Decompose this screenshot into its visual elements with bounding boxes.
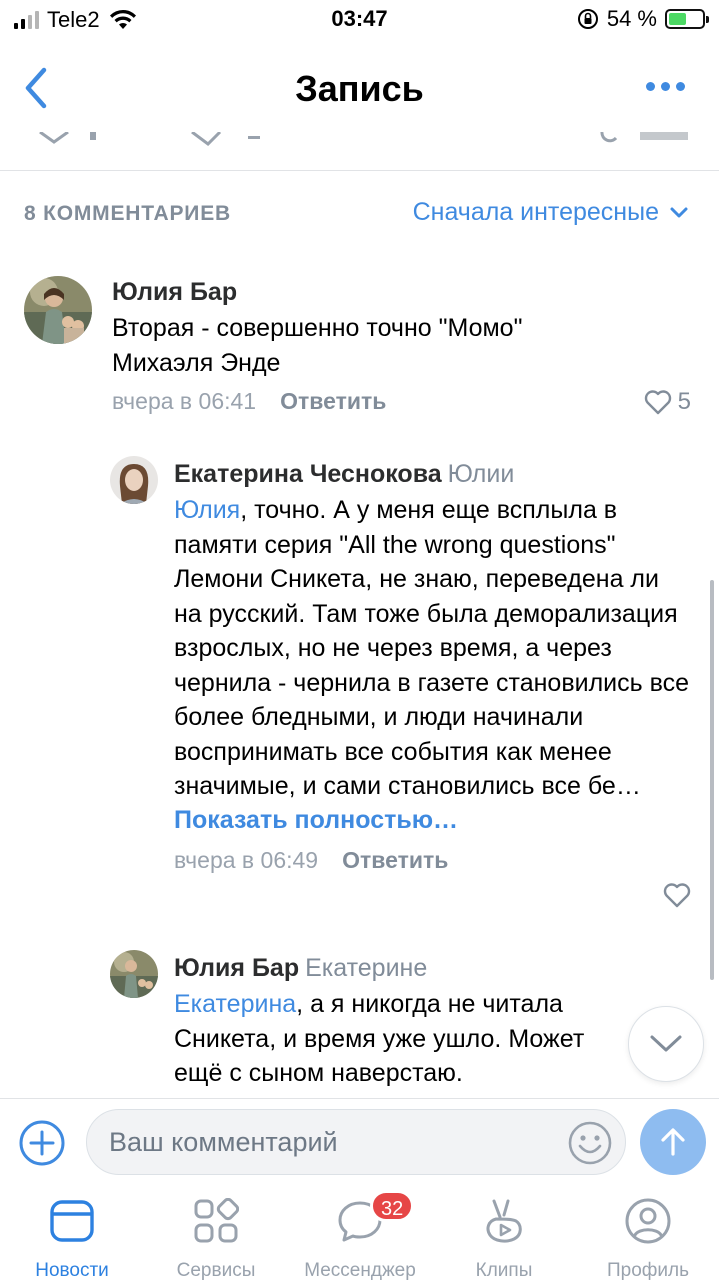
tab-services[interactable]: Сервисы xyxy=(144,1196,288,1280)
scroll-down-button[interactable] xyxy=(628,1006,704,1082)
tab-label: Новости xyxy=(35,1260,109,1280)
navigation-bar: Запись xyxy=(0,44,719,134)
reply-to-label: Екатерине xyxy=(305,954,428,982)
chevron-down-icon xyxy=(650,1035,682,1052)
section-divider xyxy=(0,170,719,171)
tab-label: Клипы xyxy=(475,1260,533,1280)
arrow-up-icon xyxy=(661,1128,685,1156)
tab-messenger[interactable]: 32 Мессенджер xyxy=(288,1190,432,1280)
comment-text: Вторая - совершенно точно "Момо" Михаэля… xyxy=(112,314,523,377)
heart-icon xyxy=(663,883,691,908)
comment-reply-item: Юлия Бар Екатерине Екатерина, а я никогда… xyxy=(0,946,719,1096)
comments-header: 8 КОММЕНТАРИЕВ Сначала интересные xyxy=(0,192,719,236)
send-button[interactable] xyxy=(640,1109,706,1175)
comment-meta: вчера в 06:41 Ответить xyxy=(112,388,692,415)
like-button[interactable]: 5 xyxy=(644,388,691,416)
unread-badge: 32 xyxy=(370,1190,415,1222)
clips-icon xyxy=(486,1199,522,1243)
comment-input[interactable] xyxy=(109,1120,549,1164)
status-bar: Tele2 03:47 54 % xyxy=(0,0,719,44)
comment-meta: вчера в 06:49 Ответить xyxy=(174,847,694,874)
emoji-icon[interactable] xyxy=(567,1120,613,1166)
rotation-lock-icon xyxy=(577,9,598,29)
comment-author[interactable]: Екатерина Чеснокова Юлии xyxy=(174,460,694,489)
comment-author[interactable]: Юлия Бар Екатерине xyxy=(174,954,644,983)
comment-reply-item: Екатерина Чеснокова Юлии Юлия, точно. А у… xyxy=(0,452,719,922)
reply-button[interactable]: Ответить xyxy=(280,388,386,415)
tab-profile[interactable]: Профиль xyxy=(576,1196,719,1280)
comment-time: вчера в 06:49 xyxy=(174,846,319,873)
scrollbar[interactable] xyxy=(710,580,714,980)
comment-time: вчера в 06:41 xyxy=(112,388,257,414)
comment-input-wrapper xyxy=(86,1109,626,1175)
comment-input-bar xyxy=(0,1098,719,1186)
sort-label: Сначала интересные xyxy=(412,198,659,226)
like-button[interactable] xyxy=(663,882,691,908)
avatar[interactable] xyxy=(24,276,92,344)
tab-label: Профиль xyxy=(606,1260,690,1280)
mention-link[interactable]: Екатерина xyxy=(174,990,296,1018)
reply-to-label: Юлии xyxy=(447,460,515,488)
comment-text: Юлия, точно. А у меня еще всплыла в памя… xyxy=(174,496,690,800)
status-right: 54 % xyxy=(577,6,709,32)
avatar[interactable] xyxy=(110,950,158,998)
battery-icon xyxy=(665,9,709,29)
like-count: 5 xyxy=(677,388,691,415)
tab-bar: Новости Сервисы 32 Мессенджер Клипы Проф… xyxy=(0,1186,719,1280)
post-actions-cutoff xyxy=(0,132,719,150)
comment-item: Юлия Бар Вторая - совершенно точно "Момо… xyxy=(0,270,719,430)
comment-text: Екатерина, а я никогда не читала Сникета… xyxy=(174,990,585,1087)
tab-news[interactable]: Новости xyxy=(0,1196,144,1280)
comments-count: 8 КОММЕНТАРИЕВ xyxy=(24,202,231,225)
comment-author[interactable]: Юлия Бар xyxy=(112,278,692,307)
sort-dropdown[interactable]: Сначала интересные xyxy=(413,198,689,227)
chevron-down-icon xyxy=(670,207,688,217)
heart-icon xyxy=(644,390,671,415)
battery-percent: 54 % xyxy=(606,6,657,31)
profile-icon xyxy=(625,1198,671,1244)
news-icon xyxy=(50,1200,94,1242)
reply-button[interactable]: Ответить xyxy=(342,847,448,874)
more-options-icon[interactable] xyxy=(646,82,685,91)
avatar[interactable] xyxy=(110,456,158,504)
mention-link[interactable]: Юлия xyxy=(174,496,240,524)
tab-label: Сервисы xyxy=(176,1260,256,1280)
add-attachment-icon[interactable] xyxy=(18,1119,66,1167)
show-more-link[interactable]: Показать полностью… xyxy=(174,806,694,835)
page-title: Запись xyxy=(295,68,424,109)
tab-clips[interactable]: Клипы xyxy=(432,1196,576,1280)
services-icon xyxy=(194,1198,239,1243)
tab-label: Мессенджер xyxy=(304,1260,416,1280)
